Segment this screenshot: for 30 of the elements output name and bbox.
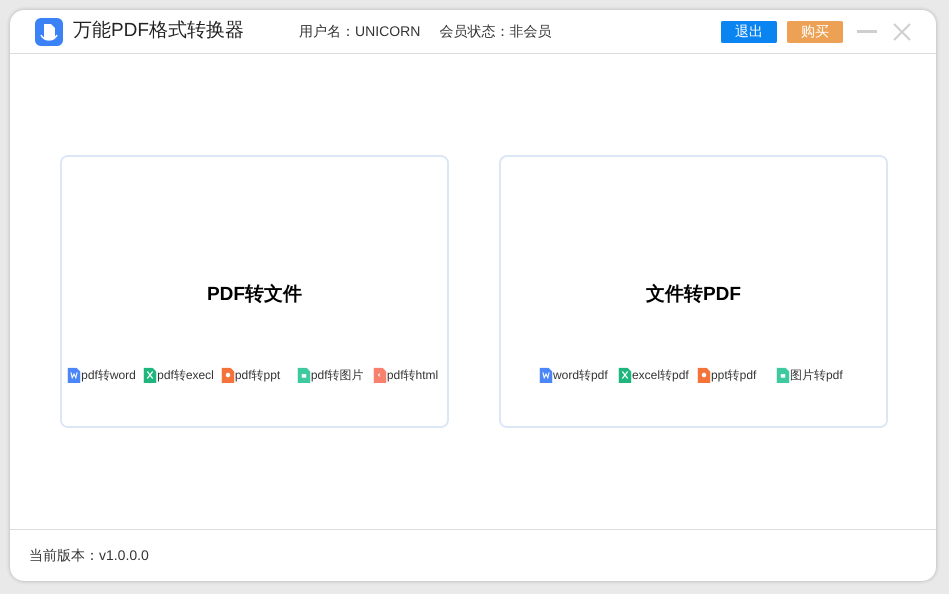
document-icon — [143, 366, 158, 382]
conversion-link[interactable]: word转pdf — [539, 366, 611, 384]
document-icon — [539, 366, 553, 382]
conversion-link[interactable]: 图片转pdf — [776, 366, 848, 384]
minimize-icon[interactable] — [857, 30, 877, 34]
converter-card[interactable]: PDF转文件 pdf转word pdf转execl pdf转ppt pdf转图片 pdf转html — [60, 155, 449, 428]
card-title: PDF转文件 — [207, 282, 302, 307]
conversion-link[interactable]: pdf转ppt — [220, 366, 290, 384]
document-icon — [67, 366, 82, 382]
file-icon — [372, 366, 387, 382]
file-icon — [697, 366, 711, 382]
converter-card[interactable]: 文件转PDF word转pdf excel转pdf ppt转pdf 图片转pdf — [499, 155, 888, 428]
file-icon — [220, 366, 235, 382]
conversion-link[interactable]: ppt转pdf — [697, 366, 769, 384]
conversion-link[interactable]: excel转pdf — [618, 366, 690, 384]
member-status: 会员状态：非会员 — [439, 22, 552, 41]
logout-button[interactable]: 退出 — [721, 20, 777, 42]
user-label: 用户名：UNICORN — [299, 22, 420, 41]
app-logo-icon — [35, 18, 63, 46]
card-title: 文件转PDF — [646, 282, 741, 307]
conversion-link[interactable]: pdf转图片 — [296, 366, 366, 384]
file-icon — [776, 366, 790, 382]
conversion-link[interactable]: pdf转word — [67, 366, 136, 384]
conversion-link[interactable]: pdf转html — [372, 366, 442, 384]
file-icon — [296, 366, 311, 382]
close-icon[interactable] — [893, 22, 911, 40]
window-title: 万能PDF格式转换器 — [73, 19, 244, 44]
document-icon — [618, 366, 632, 382]
version-label: 当前版本：v1.0.0.0 — [29, 546, 149, 565]
conversion-link[interactable]: pdf转execl — [143, 366, 214, 384]
